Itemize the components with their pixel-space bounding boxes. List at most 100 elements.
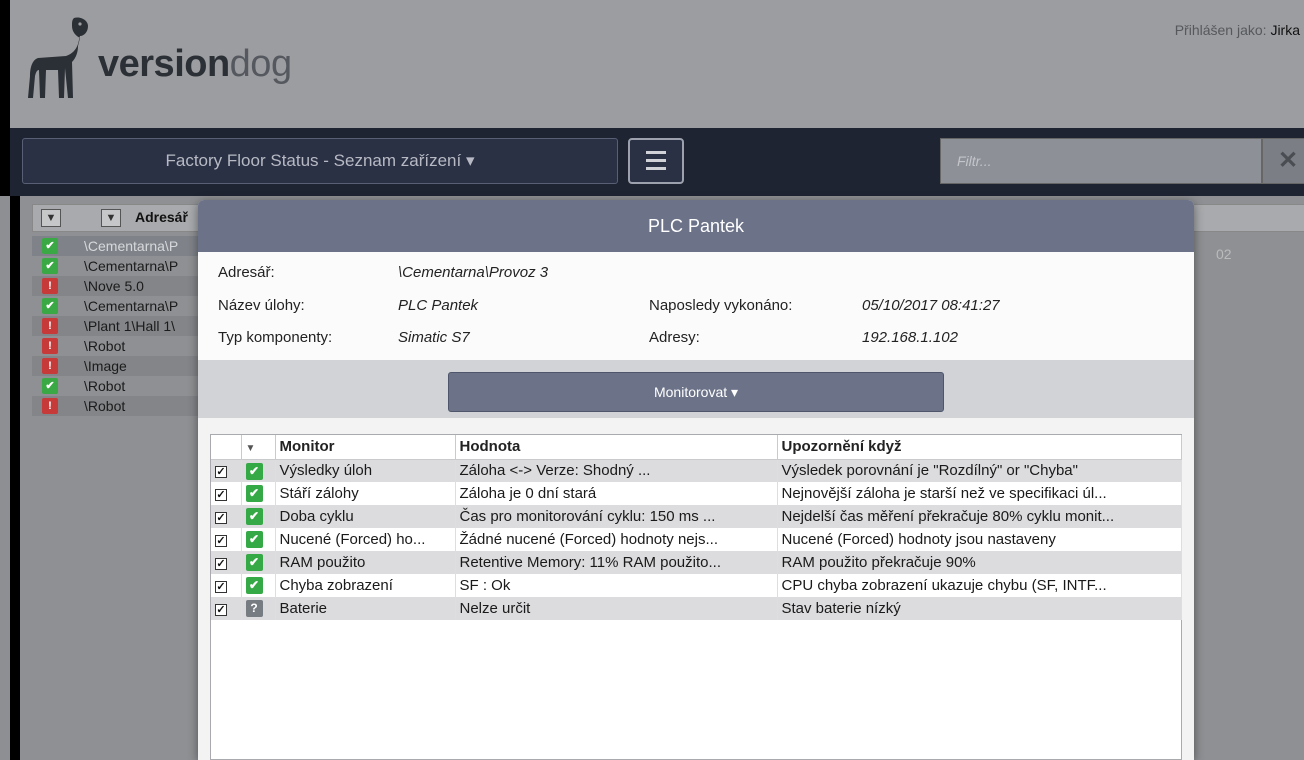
table-row[interactable]: ✓ ✔ Chyba zobrazení SF : Ok CPU chyba zo… (211, 574, 1182, 597)
device-info-panel: Adresář: \Cementarna\Provoz 3 Název úloh… (198, 252, 1194, 360)
table-row[interactable]: ✓ ✔ Stáří zálohy Záloha je 0 dní stará N… (211, 482, 1182, 505)
row-status-cell: ✔ (241, 551, 276, 574)
view-selector-dropdown[interactable]: Factory Floor Status - Seznam zařízení ▾ (22, 138, 618, 184)
monitor-table: ▼ Monitor Hodnota Upozornění když ✓ ✔ Vý… (211, 435, 1182, 620)
monitor-value: Nelze určit (455, 597, 778, 620)
monitor-alert: Stav baterie nízký (777, 597, 1182, 620)
app-header: versiondog Přihlášen jako: Jirka (0, 0, 1304, 128)
sort-caret-icon: ▼ (245, 443, 256, 455)
logo-wordmark: versiondog (98, 43, 292, 86)
login-info: Přihlášen jako: Jirka (1175, 22, 1300, 38)
row-status-cell: ? (241, 597, 276, 620)
row-status-cell: ✔ (241, 459, 276, 482)
check-icon: ✔ (245, 531, 263, 549)
exclamation-icon: ! (42, 318, 58, 334)
monitor-value: Žádné nucené (Forced) hodnoty nejs... (455, 528, 778, 551)
filter-input[interactable]: Filtr... (940, 138, 1262, 184)
monitor-dropdown-button[interactable]: Monitorovat ▾ (448, 372, 944, 412)
monitor-column-header[interactable]: Monitor (275, 435, 456, 460)
monitor-toolbar: Monitorovat ▾ (198, 360, 1194, 418)
login-user[interactable]: Jirka (1270, 22, 1300, 38)
list-item-path: \Cementarna\P (84, 298, 179, 314)
checkbox-checked-icon[interactable]: ✓ (215, 512, 227, 524)
table-row[interactable]: ✓ ✔ RAM použito Retentive Memory: 11% RA… (211, 551, 1182, 574)
status-filter-icon[interactable]: ▼ (41, 209, 61, 227)
monitor-name: Baterie (275, 597, 456, 620)
device-detail-dialog: PLC Pantek Adresář: \Cementarna\Provoz 3… (198, 200, 1194, 760)
list-item-path: \Image (84, 358, 127, 374)
exclamation-icon: ! (42, 358, 58, 374)
status-sort-header[interactable]: ▼ (241, 435, 276, 460)
directory-filter-icon[interactable]: ▼ (101, 209, 121, 227)
check-icon: ✔ (245, 462, 263, 480)
list-item-path: \Robot (84, 398, 126, 414)
checkbox-checked-icon[interactable]: ✓ (215, 604, 227, 616)
checkbox-checked-icon[interactable]: ✓ (215, 466, 227, 479)
clear-filter-button[interactable]: ✕ (1262, 138, 1304, 184)
exclamation-icon: ! (42, 338, 58, 354)
list-item-path: \Plant 1\Hall 1\ (84, 318, 176, 334)
table-row[interactable]: ✓ ✔ Výsledky úloh Záloha <-> Verze: Shod… (211, 459, 1182, 482)
question-icon: ? (245, 600, 263, 618)
checkbox-checked-icon[interactable]: ✓ (215, 581, 227, 593)
value-column-header[interactable]: Hodnota (455, 435, 778, 460)
logo-text-version: version (98, 43, 230, 85)
monitor-alert: RAM použito překračuje 90% (777, 551, 1182, 574)
monitor-name: Nucené (Forced) ho... (275, 528, 456, 551)
row-checkbox-cell[interactable]: ✓ (211, 459, 242, 482)
hamburger-line (646, 159, 666, 162)
row-checkbox-cell[interactable]: ✓ (211, 574, 242, 597)
row-checkbox-cell[interactable]: ✓ (211, 551, 242, 574)
row-checkbox-cell[interactable]: ✓ (211, 505, 242, 528)
alert-column-header[interactable]: Upozornění když (777, 435, 1182, 460)
component-type-value: Simatic S7 (398, 329, 470, 346)
check-icon: ✔ (245, 577, 263, 595)
table-header-row: ▼ Monitor Hodnota Upozornění když (211, 435, 1182, 460)
check-icon: ✔ (42, 258, 58, 274)
row-checkbox-cell[interactable]: ✓ (211, 482, 242, 505)
monitor-name: Stáří zálohy (275, 482, 456, 505)
monitor-name: RAM použito (275, 551, 456, 574)
address-value: 192.168.1.102 (862, 329, 958, 346)
hamburger-menu-button[interactable] (628, 138, 684, 184)
last-run-label: Naposledy vykonáno: (649, 297, 793, 314)
hamburger-line (646, 167, 666, 170)
checkbox-checked-icon[interactable]: ✓ (215, 535, 227, 547)
row-checkbox-cell[interactable]: ✓ (211, 597, 242, 620)
table-row[interactable]: ✓ ? Baterie Nelze určit Stav baterie níz… (211, 597, 1182, 620)
list-item-path: \Cementarna\P (84, 238, 179, 254)
directory-column-header[interactable]: Adresář (135, 209, 188, 225)
row-status-cell: ✔ (241, 528, 276, 551)
dialog-title: PLC Pantek (198, 200, 1194, 252)
list-item-path: \Robot (84, 338, 126, 354)
table-row[interactable]: ✓ ✔ Doba cyklu Čas pro monitorování cykl… (211, 505, 1182, 528)
job-name-label: Název úlohy: (218, 297, 305, 314)
login-label: Přihlášen jako: (1174, 22, 1267, 38)
row-status-cell: ✔ (241, 574, 276, 597)
check-icon: ✔ (245, 508, 263, 526)
versiondog-logo[interactable]: versiondog (22, 14, 292, 100)
last-run-value: 05/10/2017 08:41:27 (862, 297, 1000, 314)
hamburger-line (646, 151, 666, 154)
monitor-name: Výsledky úloh (275, 459, 456, 482)
monitor-alert: CPU chyba zobrazení ukazuje chybu (SF, I… (777, 574, 1182, 597)
nav-bar: Factory Floor Status - Seznam zařízení ▾… (0, 128, 1304, 196)
monitor-value: Čas pro monitorování cyklu: 150 ms ... (455, 505, 778, 528)
monitor-alert: Nucené (Forced) hodnoty jsou nastaveny (777, 528, 1182, 551)
list-item-path: \Robot (84, 378, 126, 394)
monitor-value: Záloha <-> Verze: Shodný ... (455, 459, 778, 482)
row-status-cell: ✔ (241, 482, 276, 505)
directory-value: \Cementarna\Provoz 3 (398, 264, 549, 281)
checkbox-checked-icon[interactable]: ✓ (215, 489, 227, 501)
check-icon: ✔ (42, 298, 58, 314)
row-checkbox-cell[interactable]: ✓ (211, 528, 242, 551)
checkbox-checked-icon[interactable]: ✓ (215, 558, 227, 570)
check-icon: ✔ (42, 238, 58, 254)
exclamation-icon: ! (42, 398, 58, 414)
monitor-grid: ▼ Monitor Hodnota Upozornění když ✓ ✔ Vý… (210, 434, 1182, 760)
table-row[interactable]: ✓ ✔ Nucené (Forced) ho... Žádné nucené (… (211, 528, 1182, 551)
monitor-alert: Nejnovější záloha je starší než ve speci… (777, 482, 1182, 505)
checkbox-column-header (211, 435, 242, 460)
component-type-label: Typ komponenty: (218, 329, 333, 346)
logo-text-dog: dog (229, 43, 292, 85)
